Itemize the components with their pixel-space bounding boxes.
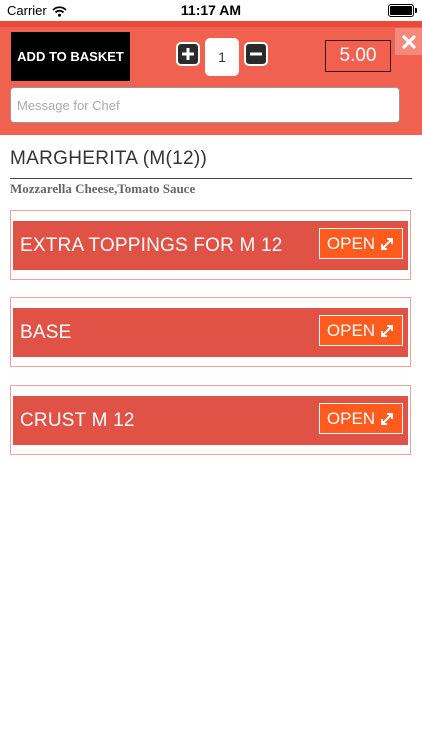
clock: 11:17 AM bbox=[180, 2, 242, 18]
price-display: 5.00 bbox=[325, 40, 391, 72]
open-button-label: OPEN bbox=[326, 408, 376, 428]
option-bar: CRUST M 12 OPEN bbox=[13, 396, 408, 445]
open-button-label: OPEN bbox=[326, 233, 376, 253]
close-button[interactable] bbox=[395, 28, 422, 55]
open-extra-toppings-button[interactable]: OPEN bbox=[319, 228, 403, 259]
product-description: Mozzarella Cheese,Tomato Sauce bbox=[10, 181, 196, 196]
option-bar: BASE OPEN bbox=[13, 308, 408, 357]
expand-icon bbox=[381, 412, 394, 425]
minus-icon bbox=[250, 52, 262, 56]
quantity-value: 1 bbox=[205, 38, 239, 76]
option-card-crust: CRUST M 12 OPEN bbox=[10, 385, 411, 455]
open-base-button[interactable]: OPEN bbox=[319, 315, 403, 346]
option-label: CRUST M 12 bbox=[20, 410, 135, 431]
status-bar: Carrier 11:17 AM bbox=[0, 0, 422, 21]
plus-icon bbox=[182, 48, 194, 60]
open-crust-button[interactable]: OPEN bbox=[319, 403, 403, 434]
add-to-basket-button[interactable]: ADD TO BASKET bbox=[11, 32, 130, 81]
option-card-extra-toppings: EXTRA TOPPINGS FOR M 12 OPEN bbox=[10, 210, 411, 280]
option-label: BASE bbox=[20, 322, 72, 343]
increase-quantity-button[interactable] bbox=[176, 42, 200, 66]
decrease-quantity-button[interactable] bbox=[244, 42, 268, 66]
option-card-base: BASE OPEN bbox=[10, 297, 411, 367]
battery-icon bbox=[388, 4, 417, 17]
open-button-label: OPEN bbox=[326, 320, 376, 340]
order-header: ADD TO BASKET 1 5.00 bbox=[0, 21, 422, 135]
close-icon bbox=[401, 34, 416, 49]
chef-message-input[interactable] bbox=[10, 87, 400, 123]
expand-icon bbox=[381, 324, 394, 337]
product-title: MARGHERITA (M(12)) bbox=[10, 148, 412, 179]
expand-icon bbox=[381, 237, 394, 250]
option-label: EXTRA TOPPINGS FOR M 12 bbox=[20, 235, 283, 256]
option-bar: EXTRA TOPPINGS FOR M 12 OPEN bbox=[13, 221, 408, 270]
